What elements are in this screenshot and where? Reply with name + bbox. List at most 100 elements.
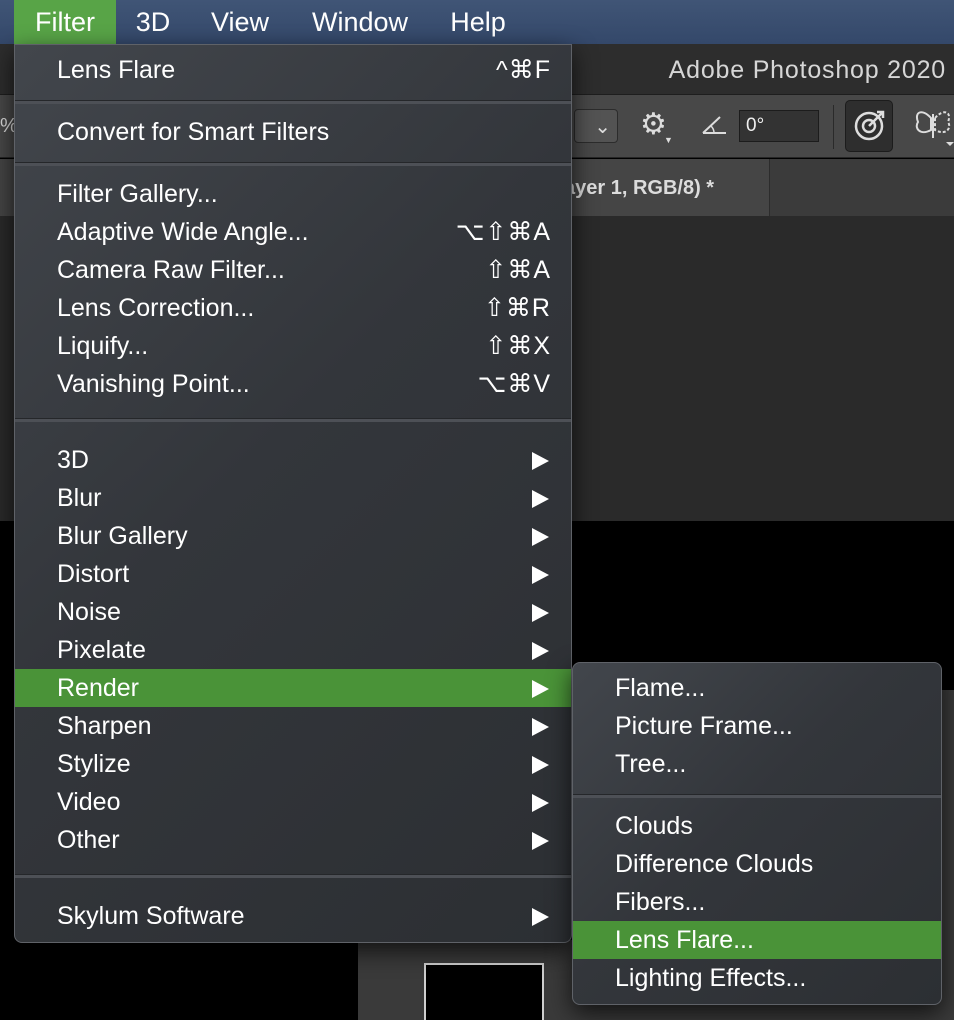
menu-item-liquify[interactable]: Liquify... ⇧⌘X xyxy=(15,327,571,365)
menu-item-fibers[interactable]: Fibers... xyxy=(573,883,941,921)
angle-icon xyxy=(702,116,726,134)
menubar-help[interactable]: Help xyxy=(438,0,518,44)
menu-item-label: Clouds xyxy=(615,812,693,840)
menu-item-blur-gallery[interactable]: Blur Gallery xyxy=(15,517,571,555)
chevron-down-icon: ⌄ xyxy=(594,116,611,138)
menubar-window[interactable]: Window xyxy=(298,0,422,44)
menu-item-convert-smart-filters[interactable]: Convert for Smart Filters xyxy=(15,113,571,151)
menu-item-tree[interactable]: Tree... xyxy=(573,745,941,783)
menu-item-shortcut: ⇧⌘A xyxy=(485,256,551,284)
menu-item-label: Filter Gallery... xyxy=(57,180,218,208)
menu-item-picture-frame[interactable]: Picture Frame... xyxy=(573,707,941,745)
menu-item-other[interactable]: Other xyxy=(15,821,571,859)
menu-item-sharpen[interactable]: Sharpen xyxy=(15,707,571,745)
app-title: Adobe Photoshop 2020 xyxy=(668,56,946,84)
menu-item-blur[interactable]: Blur xyxy=(15,479,571,517)
menu-item-last-filter[interactable]: Lens Flare ^⌘F xyxy=(15,51,571,89)
submenu-arrow-icon xyxy=(532,794,549,812)
render-submenu: Flame... Picture Frame... Tree... Clouds… xyxy=(572,662,942,1005)
menu-item-label: Noise xyxy=(57,598,121,626)
menu-item-label: Tree... xyxy=(615,750,687,778)
menu-item-label: Flame... xyxy=(615,674,706,702)
menu-item-video[interactable]: Video xyxy=(15,783,571,821)
menu-item-label: Camera Raw Filter... xyxy=(57,256,285,284)
menu-item-lens-flare[interactable]: Lens Flare... xyxy=(573,921,941,959)
layer-thumbnail[interactable] xyxy=(424,963,544,1020)
menu-item-difference-clouds[interactable]: Difference Clouds xyxy=(573,845,941,883)
submenu-arrow-icon xyxy=(532,490,549,508)
menu-item-label: Fibers... xyxy=(615,888,706,916)
menu-item-clouds[interactable]: Clouds xyxy=(573,807,941,845)
menu-item-label: Render xyxy=(57,674,139,702)
document-tab-label: ayer 1, RGB/8) * xyxy=(564,177,715,199)
menu-item-label: Distort xyxy=(57,560,130,588)
filter-menu: Lens Flare ^⌘F Convert for Smart Filters… xyxy=(14,44,572,943)
menu-item-3d[interactable]: 3D xyxy=(15,441,571,479)
menu-item-stylize[interactable]: Stylize xyxy=(15,745,571,783)
menu-item-label: Video xyxy=(57,788,121,816)
submenu-arrow-icon xyxy=(532,604,549,622)
menu-item-label: Convert for Smart Filters xyxy=(57,118,330,146)
caret-down-icon: ▼ xyxy=(664,135,673,145)
submenu-arrow-icon xyxy=(532,452,549,470)
menu-item-shortcut: ⌥⌘V xyxy=(477,370,551,398)
menu-item-label: 3D xyxy=(57,446,89,474)
menu-item-shortcut: ⌥⇧⌘A xyxy=(455,218,551,246)
menu-item-shortcut: ^⌘F xyxy=(495,56,551,84)
options-dropdown[interactable]: ⌄ xyxy=(574,109,618,143)
submenu-arrow-icon xyxy=(532,642,549,660)
menu-item-label: Other xyxy=(57,826,120,854)
menu-item-label: Lens Flare... xyxy=(615,926,754,954)
menu-item-label: Vanishing Point... xyxy=(57,370,250,398)
menu-separator xyxy=(15,162,571,166)
menu-separator xyxy=(15,874,571,878)
menubar-filter[interactable]: Filter xyxy=(14,0,116,44)
options-divider xyxy=(833,105,834,149)
target-icon xyxy=(854,110,885,141)
menu-item-lighting-effects[interactable]: Lighting Effects... xyxy=(573,959,941,997)
menu-item-label: Pixelate xyxy=(57,636,146,664)
submenu-arrow-icon xyxy=(532,680,549,698)
gear-icon[interactable]: ⚙ xyxy=(640,107,667,143)
menu-item-skylum-software[interactable]: Skylum Software xyxy=(15,897,571,935)
menu-item-render[interactable]: Render xyxy=(15,669,571,707)
menu-item-label: Liquify... xyxy=(57,332,149,360)
menubar-3d[interactable]: 3D xyxy=(124,0,182,44)
menu-separator xyxy=(573,794,941,798)
pressure-target-button[interactable] xyxy=(845,100,893,152)
menu-item-lens-correction[interactable]: Lens Correction... ⇧⌘R xyxy=(15,289,571,327)
menu-item-shortcut: ⇧⌘R xyxy=(483,294,551,322)
menu-item-label: Lens Flare xyxy=(57,56,176,84)
menu-item-distort[interactable]: Distort xyxy=(15,555,571,593)
menu-separator xyxy=(15,100,571,104)
menu-item-label: Stylize xyxy=(57,750,131,778)
menu-item-flame[interactable]: Flame... xyxy=(573,669,941,707)
menu-item-label: Difference Clouds xyxy=(615,850,814,878)
menu-bar: Filter 3D View Window Help xyxy=(0,0,954,44)
symmetry-butterfly-icon[interactable] xyxy=(912,104,954,148)
submenu-arrow-icon xyxy=(532,566,549,584)
menu-item-noise[interactable]: Noise xyxy=(15,593,571,631)
menu-item-label: Skylum Software xyxy=(57,902,245,930)
menu-item-pixelate[interactable]: Pixelate xyxy=(15,631,571,669)
submenu-arrow-icon xyxy=(532,832,549,850)
menu-item-label: Blur Gallery xyxy=(57,522,188,550)
menubar-view[interactable]: View xyxy=(196,0,284,44)
menu-item-label: Sharpen xyxy=(57,712,152,740)
menu-item-label: Picture Frame... xyxy=(615,712,793,740)
menu-separator xyxy=(15,418,571,422)
menu-item-shortcut: ⇧⌘X xyxy=(485,332,551,360)
angle-input[interactable]: 0° xyxy=(739,110,819,142)
menu-item-camera-raw-filter[interactable]: Camera Raw Filter... ⇧⌘A xyxy=(15,251,571,289)
menu-item-vanishing-point[interactable]: Vanishing Point... ⌥⌘V xyxy=(15,365,571,403)
submenu-arrow-icon xyxy=(532,718,549,736)
menu-item-label: Blur xyxy=(57,484,102,512)
menu-item-filter-gallery[interactable]: Filter Gallery... xyxy=(15,175,571,213)
menu-item-adaptive-wide-angle[interactable]: Adaptive Wide Angle... ⌥⇧⌘A xyxy=(15,213,571,251)
submenu-arrow-icon xyxy=(532,528,549,546)
menu-item-label: Lens Correction... xyxy=(57,294,255,322)
submenu-arrow-icon xyxy=(532,756,549,774)
submenu-arrow-icon xyxy=(532,908,549,926)
menu-item-label: Adaptive Wide Angle... xyxy=(57,218,309,246)
menu-item-label: Lighting Effects... xyxy=(615,964,807,992)
